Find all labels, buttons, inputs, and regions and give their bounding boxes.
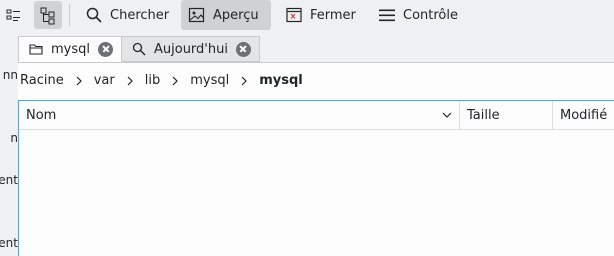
close-split-button-label: Fermer	[310, 7, 356, 23]
breadcrumb-item[interactable]: var	[94, 73, 115, 88]
breadcrumb: Racine var lib mysql mysql	[20, 73, 303, 88]
chevron-right-icon	[127, 76, 133, 85]
search-icon	[132, 42, 146, 56]
column-header: Nom Taille Modifié	[19, 101, 614, 130]
close-split-button[interactable]: Fermer	[278, 0, 363, 30]
preview-button[interactable]: Aperçu	[181, 0, 271, 30]
preview-button-label: Aperçu	[213, 7, 259, 23]
sort-chevron-down-icon	[442, 112, 452, 118]
view-mode-icons-button[interactable]	[0, 1, 28, 29]
toolbar-separator	[69, 4, 70, 26]
tab-aujourdhui[interactable]: Aujourd'hui	[122, 36, 260, 62]
close-split-view-icon	[286, 7, 302, 23]
search-icon	[86, 7, 102, 23]
tab-close-icon[interactable]	[235, 41, 251, 57]
tree-view-icon	[40, 7, 55, 25]
breadcrumb-item[interactable]: mysql	[190, 73, 229, 88]
column-name-header[interactable]: Nom	[19, 101, 460, 129]
search-button[interactable]: Chercher	[78, 0, 176, 30]
column-modified-label: Modifié	[560, 107, 608, 123]
search-button-label: Chercher	[110, 7, 170, 23]
chevron-right-icon	[241, 76, 248, 85]
tab-close-icon[interactable]	[98, 41, 113, 57]
tab-label: mysql	[51, 41, 90, 57]
sidebar-fragment[interactable]: ent	[0, 173, 18, 187]
sidebar-fragment[interactable]: n	[0, 131, 18, 145]
sidebar-fragment[interactable]: nn	[0, 68, 18, 82]
folder-icon	[29, 44, 43, 55]
column-name-label: Nom	[26, 107, 57, 123]
column-size-label: Taille	[467, 107, 500, 123]
chevron-right-icon	[172, 76, 179, 85]
column-modified-header[interactable]: Modifié	[553, 101, 614, 129]
control-menu-button[interactable]: Contrôle	[371, 0, 465, 30]
control-menu-label: Contrôle	[403, 7, 458, 23]
column-size-header[interactable]: Taille	[460, 101, 553, 129]
icon-view-icon	[6, 9, 20, 21]
toolbar: Chercher Aperçu Fermer Contrôle	[0, 0, 614, 30]
file-view-pane: Racine var lib mysql mysql Nom Taille Mo…	[18, 62, 614, 256]
hamburger-menu-icon	[379, 9, 395, 22]
breadcrumb-item[interactable]: lib	[145, 73, 160, 88]
sidebar-fragment[interactable]: ent	[0, 236, 18, 250]
view-mode-tree-button[interactable]	[34, 1, 62, 29]
tab-mysql[interactable]: mysql	[18, 36, 122, 62]
image-preview-icon	[188, 7, 205, 23]
tab-bar: mysql Aujourd'hui	[18, 36, 260, 62]
tab-label: Aujourd'hui	[154, 41, 228, 57]
file-list[interactable]: Nom Taille Modifié	[18, 100, 614, 256]
chevron-right-icon	[76, 76, 82, 85]
breadcrumb-current[interactable]: mysql	[259, 73, 303, 88]
breadcrumb-item[interactable]: Racine	[20, 73, 64, 88]
